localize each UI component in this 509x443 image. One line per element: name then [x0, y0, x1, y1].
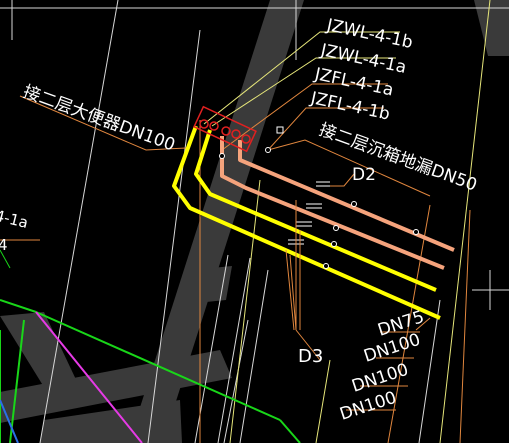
- edge-label-bottom: 4: [0, 236, 8, 254]
- wall-bands: [0, 0, 509, 443]
- dn-label-4: DN100: [337, 388, 399, 425]
- size-label-d2: D2: [352, 165, 376, 185]
- edge-label-top: 4-1a: [0, 206, 30, 232]
- note-floor-drain-connection: 接二层沉箱地漏DN50: [316, 120, 479, 196]
- dn-labels: DN75 DN100 DN100 DN100: [337, 307, 426, 425]
- cad-drawing-canvas[interactable]: JZWL-4-1b JZWL-4-1a JZFL-4-1a JZFL-4-1b …: [0, 0, 509, 443]
- note-toilet-connection: 接二层大便器DN100: [20, 82, 177, 156]
- d3-leaders: [285, 200, 321, 361]
- selection-grip[interactable]: [276, 126, 284, 134]
- cad-viewport[interactable]: JZWL-4-1b JZWL-4-1a JZFL-4-1a JZFL-4-1b …: [0, 0, 509, 443]
- size-label-d3: D3: [298, 346, 323, 367]
